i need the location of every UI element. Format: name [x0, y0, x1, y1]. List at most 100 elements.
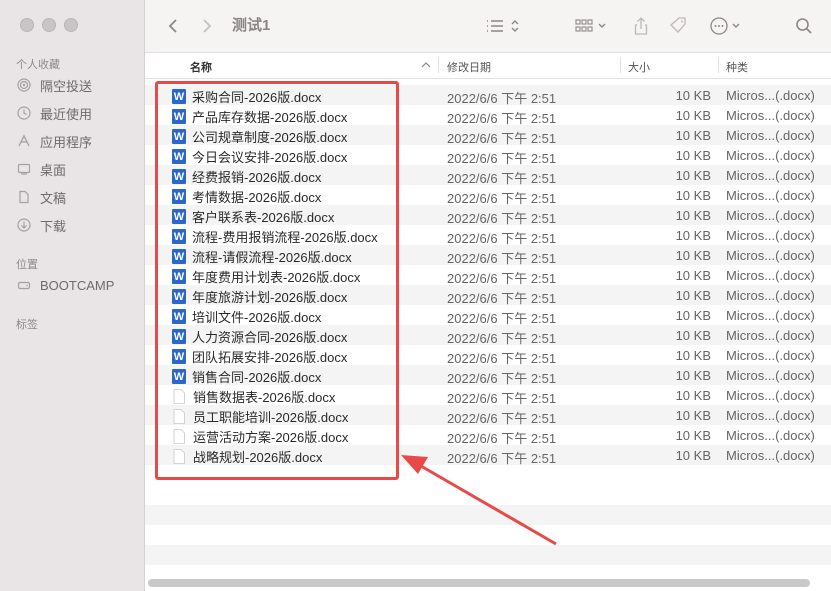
horizontal-scrollbar[interactable]	[148, 579, 810, 587]
share-button[interactable]	[631, 14, 651, 38]
tag-icon	[670, 17, 686, 33]
file-size: 10 KB	[675, 228, 711, 243]
file-size: 10 KB	[675, 148, 711, 163]
file-size: 10 KB	[675, 268, 711, 283]
empty-row	[145, 545, 831, 565]
file-size: 10 KB	[675, 388, 711, 403]
search-button[interactable]	[793, 14, 815, 38]
chevron-left-icon	[168, 19, 177, 33]
sidebar-item-downloads[interactable]: 下载	[16, 214, 66, 236]
file-kind: Micros...(.docx)	[726, 208, 815, 223]
toolbar: 测试1	[145, 0, 831, 53]
sidebar-item-label: 桌面	[40, 162, 67, 178]
file-kind: Micros...(.docx)	[726, 408, 815, 423]
download-icon	[16, 217, 32, 233]
sidebar-item-bootcamp[interactable]: BOOTCAMP	[16, 274, 114, 296]
close-window-button[interactable]	[20, 18, 34, 32]
file-date: 2022/6/6 下午 2:51	[447, 451, 557, 466]
more-actions-button[interactable]	[707, 14, 747, 38]
file-kind: Micros...(.docx)	[726, 448, 815, 463]
file-size: 10 KB	[675, 88, 711, 103]
tags-button[interactable]	[667, 14, 689, 38]
empty-row	[145, 525, 831, 545]
file-kind: Micros...(.docx)	[726, 128, 815, 143]
window-controls	[20, 18, 78, 32]
column-date[interactable]: 修改日期	[447, 59, 491, 75]
highlight-box	[155, 81, 399, 480]
file-kind: Micros...(.docx)	[726, 368, 815, 383]
sidebar-item-recents[interactable]: 最近使用	[16, 102, 92, 124]
column-separator	[718, 57, 719, 73]
column-header: 名称 修改日期 大小 种类	[145, 53, 831, 79]
share-icon	[634, 17, 648, 35]
sidebar-item-label: 应用程序	[40, 134, 93, 150]
file-size: 10 KB	[675, 248, 711, 263]
file-size: 10 KB	[675, 308, 711, 323]
sidebar-item-label: 下载	[40, 218, 67, 234]
zoom-window-button[interactable]	[64, 18, 78, 32]
file-size: 10 KB	[675, 448, 711, 463]
clock-icon	[16, 105, 32, 121]
file-kind: Micros...(.docx)	[726, 308, 815, 323]
sidebar-item-desktop[interactable]: 桌面	[16, 158, 66, 180]
back-button[interactable]	[163, 14, 183, 38]
sidebar-item-label: 文稿	[40, 190, 67, 206]
sidebar-item-airdrop[interactable]: 隔空投送	[16, 74, 92, 96]
forward-button[interactable]	[197, 14, 217, 38]
file-kind: Micros...(.docx)	[726, 88, 815, 103]
applications-icon	[16, 133, 32, 149]
grid-icon	[575, 19, 606, 32]
sidebar-item-label: BOOTCAMP	[40, 277, 115, 293]
file-size: 10 KB	[675, 188, 711, 203]
column-name[interactable]: 名称	[190, 59, 212, 75]
view-options-button[interactable]	[483, 14, 523, 38]
drive-icon	[16, 277, 32, 293]
sidebar-item-applications[interactable]: 应用程序	[16, 130, 92, 152]
file-size: 10 KB	[675, 128, 711, 143]
column-separator	[438, 57, 439, 73]
empty-rows	[145, 485, 831, 585]
airdrop-icon	[16, 77, 32, 93]
file-kind: Micros...(.docx)	[726, 148, 815, 163]
file-size: 10 KB	[675, 328, 711, 343]
file-size: 10 KB	[675, 288, 711, 303]
file-kind: Micros...(.docx)	[726, 428, 815, 443]
file-size: 10 KB	[675, 348, 711, 363]
empty-row	[145, 505, 831, 525]
file-kind: Micros...(.docx)	[726, 328, 815, 343]
window-title: 测试1	[232, 17, 271, 34]
desktop-icon	[16, 161, 32, 177]
file-kind: Micros...(.docx)	[726, 108, 815, 123]
minimize-window-button[interactable]	[42, 18, 56, 32]
sidebar-item-label: 隔空投送	[40, 78, 93, 94]
file-size: 10 KB	[675, 108, 711, 123]
file-size: 10 KB	[675, 208, 711, 223]
file-kind: Micros...(.docx)	[726, 388, 815, 403]
file-size: 10 KB	[675, 408, 711, 423]
tags-section-title: 标签	[16, 319, 38, 331]
file-kind: Micros...(.docx)	[726, 188, 815, 203]
file-size: 10 KB	[675, 368, 711, 383]
sort-up-icon	[421, 62, 431, 68]
file-kind: Micros...(.docx)	[726, 348, 815, 363]
column-kind[interactable]: 种类	[726, 59, 748, 75]
file-kind: Micros...(.docx)	[726, 228, 815, 243]
sidebar-item-label: 最近使用	[40, 106, 93, 122]
empty-row	[145, 485, 831, 505]
favorites-section-title: 个人收藏	[16, 59, 60, 71]
document-icon	[16, 189, 32, 205]
chevron-right-icon	[203, 19, 212, 33]
file-kind: Micros...(.docx)	[726, 288, 815, 303]
locations-section-title: 位置	[16, 259, 38, 271]
search-icon	[796, 18, 812, 34]
file-size: 10 KB	[675, 428, 711, 443]
column-separator	[620, 57, 621, 73]
file-kind: Micros...(.docx)	[726, 248, 815, 263]
ellipsis-circle-icon	[710, 17, 740, 35]
file-kind: Micros...(.docx)	[726, 168, 815, 183]
sidebar-item-documents[interactable]: 文稿	[16, 186, 66, 208]
sidebar: 个人收藏 隔空投送 最近使用 应用程序 桌面 文稿 下载 位置 BOOTCAMP…	[0, 0, 145, 591]
column-size[interactable]: 大小	[628, 59, 650, 75]
group-button[interactable]	[575, 14, 611, 38]
list-view-icon	[487, 20, 519, 32]
